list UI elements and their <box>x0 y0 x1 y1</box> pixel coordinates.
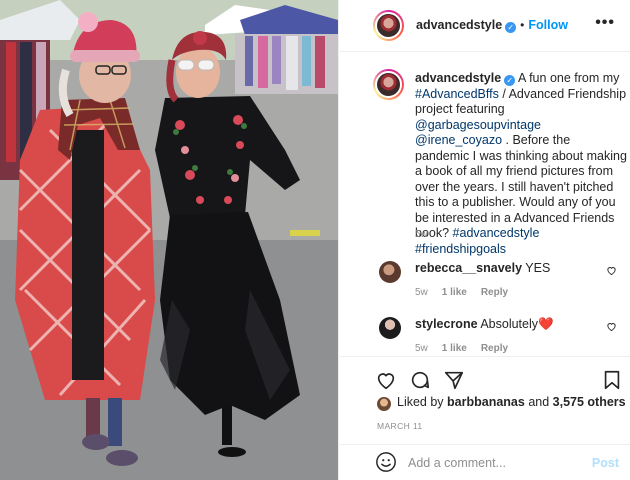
comment-text: YES <box>525 261 551 275</box>
post-date[interactable]: MARCH 11 <box>377 421 423 431</box>
commenter-avatar[interactable] <box>379 317 401 339</box>
header-separator: • <box>520 18 525 32</box>
liker-username[interactable]: barbbananas <box>447 395 525 409</box>
caption-username[interactable]: advancedstyle <box>415 71 501 85</box>
commenter-avatar[interactable] <box>379 261 401 283</box>
hashtag-link[interactable]: #friendshipgoals <box>415 242 506 256</box>
hashtag-link[interactable]: #advancedstyle <box>453 226 540 240</box>
verified-badge-icon: ✓ <box>504 75 516 86</box>
comment-meta: 5w 1 like Reply <box>415 287 522 298</box>
comment-time[interactable]: 5w <box>415 287 428 298</box>
author-avatar[interactable] <box>373 10 404 41</box>
add-comment-input[interactable]: Add a comment... <box>408 456 506 470</box>
likes-prefix: Liked by <box>397 395 448 409</box>
like-heart-icon[interactable] <box>375 369 397 391</box>
add-comment-bar: Add a comment... Post <box>339 444 630 480</box>
post-photo[interactable] <box>0 0 338 480</box>
liker-avatar[interactable] <box>377 397 391 411</box>
author-username[interactable]: advancedstyle <box>416 18 502 32</box>
verified-badge-icon: ✓ <box>505 22 517 33</box>
comment-line: rebecca__snavely YES <box>415 261 550 275</box>
post-caption: advancedstyle ✓ A fun one from my #Advanc… <box>415 71 627 257</box>
reply-button[interactable]: Reply <box>481 343 508 354</box>
comment-line: stylecrone Absolutely❤️ <box>415 317 554 332</box>
mention-link[interactable]: @irene_coyazo <box>415 133 502 147</box>
instagram-post: advancedstyle ✓ • Follow ••• advancedstyle ✓… <box>0 0 630 480</box>
comments-section: advancedstyle ✓ A fun one from my #Advanc… <box>339 53 630 355</box>
save-bookmark-icon[interactable] <box>601 369 623 391</box>
mention-link[interactable]: @garbagesoupvintage <box>415 118 541 132</box>
comment-like-heart-icon[interactable] <box>606 321 617 332</box>
caption-timestamp[interactable]: 5w <box>415 229 428 240</box>
reply-button[interactable]: Reply <box>481 287 508 298</box>
likes-count[interactable]: 3,575 others <box>553 395 626 409</box>
caption-avatar[interactable] <box>373 69 404 100</box>
comment-time[interactable]: 5w <box>415 343 428 354</box>
photo-illustration <box>0 0 338 480</box>
post-header: advancedstyle ✓ • Follow ••• <box>339 0 630 52</box>
comment-username[interactable]: rebecca__snavely <box>415 261 522 275</box>
comment-like-heart-icon[interactable] <box>606 265 617 276</box>
emoji-smiley-icon[interactable] <box>375 451 397 473</box>
follow-button[interactable]: Follow <box>528 18 568 32</box>
likes-middle: and <box>524 395 553 409</box>
post-comment-button[interactable]: Post <box>592 456 619 470</box>
likes-summary: Liked by barbbananas and 3,575 others <box>397 395 626 409</box>
comment-username[interactable]: stylecrone <box>415 317 478 331</box>
comment-bubble-icon[interactable] <box>409 369 431 391</box>
caption-text: A fun one from my <box>517 71 620 85</box>
caption-text: . Before the pandemic I was thinking abo… <box>415 133 627 240</box>
hashtag-link[interactable]: #AdvancedBffs <box>415 87 499 101</box>
post-actions: Liked by barbbananas and 3,575 others MA… <box>339 356 630 444</box>
post-side-panel: advancedstyle ✓ • Follow ••• advancedstyle ✓… <box>338 0 630 480</box>
comment-text: Absolutely <box>480 317 539 331</box>
more-options-icon[interactable]: ••• <box>595 14 615 32</box>
comment-meta: 5w 1 like Reply <box>415 343 522 354</box>
share-paper-plane-icon[interactable] <box>443 369 465 391</box>
comment-likes[interactable]: 1 like <box>442 287 467 298</box>
comment-likes[interactable]: 1 like <box>442 343 467 354</box>
heart-emoji: ❤️ <box>538 317 554 331</box>
